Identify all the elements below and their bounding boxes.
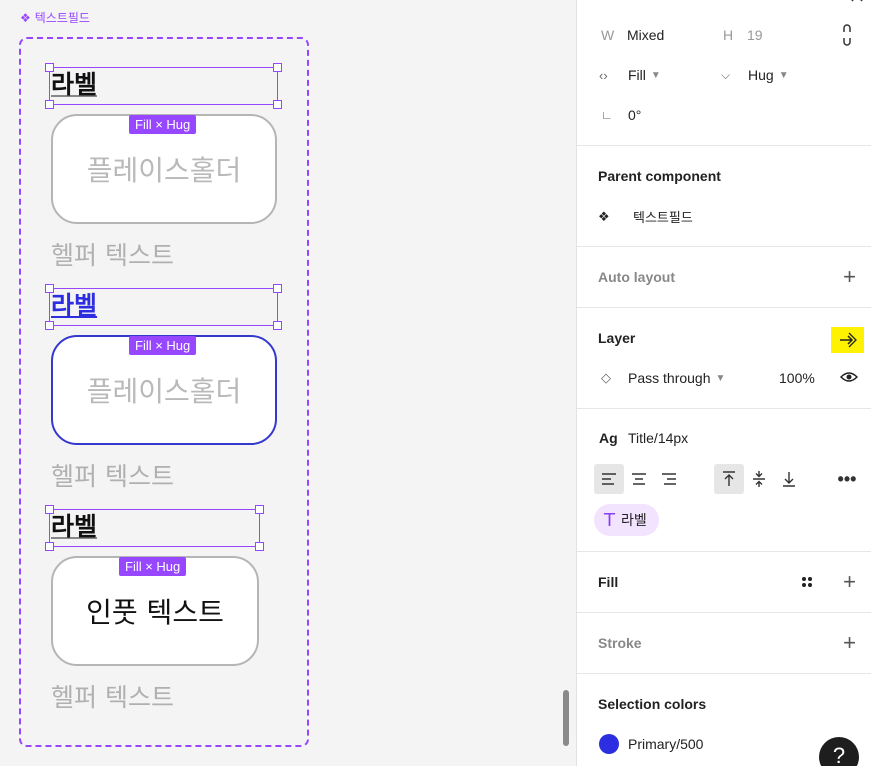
width-mode-dropdown[interactable]: ‹› Fill ▼ [599, 67, 661, 83]
size-badge: Fill × Hug [129, 336, 197, 355]
text-variable-label: 라벨 [621, 512, 647, 528]
resize-handle[interactable] [273, 284, 282, 293]
blend-mode-value: Pass through [628, 370, 711, 386]
dimensions-section: W Mixed H 19 ‹› Fill ▼ ⌵ Hug ▼ ∟ 0° [577, 0, 871, 146]
align-left-button[interactable] [594, 464, 624, 494]
selection-colors-title: Selection colors [598, 696, 707, 712]
width-label: W [601, 27, 615, 43]
parent-component-name: 텍스트필드 [633, 210, 693, 225]
auto-layout-title: Auto layout [598, 269, 675, 285]
apply-variable-icon[interactable] [831, 327, 864, 353]
helper-text[interactable]: 헬퍼 텍스트 [51, 678, 174, 714]
properties-panel: W Mixed H 19 ‹› Fill ▼ ⌵ Hug ▼ ∟ 0° Pare… [576, 0, 871, 766]
selection-color-item[interactable]: Primary/500 [628, 736, 703, 752]
parent-component-section: Parent component ❖ 텍스트필드 [577, 146, 871, 247]
fill-title: Fill [598, 574, 619, 590]
text-variable-chip[interactable]: T 라벨 [594, 504, 659, 536]
text-style-icon: Ag [599, 430, 618, 446]
align-center-button[interactable] [624, 464, 654, 494]
component-icon: ❖ [598, 208, 610, 224]
add-auto-layout-plus-icon[interactable]: + [843, 266, 856, 288]
align-middle-button[interactable] [744, 464, 774, 494]
resize-handle[interactable] [273, 63, 282, 72]
collapse-icon[interactable] [849, 0, 865, 4]
width-mode-value: Fill [628, 67, 646, 83]
design-canvas[interactable]: ❖ 텍스트필드 라벨 플레이스홀더 Fill × Hug 헬퍼 텍스트 라벨 플… [0, 0, 576, 766]
selection-color-name: Primary/500 [628, 736, 704, 752]
resize-handle[interactable] [255, 505, 264, 514]
resize-handle[interactable] [45, 542, 54, 551]
rotation-field[interactable]: ∟ 0° [601, 107, 641, 123]
field-label[interactable]: 라벨 [51, 514, 97, 539]
eye-icon[interactable] [839, 369, 859, 385]
style-grid-icon[interactable] [798, 573, 816, 591]
constrain-proportions-icon[interactable] [839, 24, 855, 46]
text-style-name: Title/14px [628, 430, 689, 446]
rotation-value[interactable]: 0° [628, 107, 641, 123]
stroke-section: Stroke + [577, 613, 871, 674]
width-field[interactable]: W Mixed [601, 27, 664, 43]
chevron-down-icon: ▼ [715, 372, 726, 384]
field-label[interactable]: 라벨 [51, 72, 97, 97]
opacity-field[interactable]: 100% [779, 370, 815, 386]
text-style-selector[interactable]: Ag Title/14px [599, 430, 688, 446]
align-bottom-button[interactable] [774, 464, 804, 494]
layer-section: Layer ◇ Pass through ▼ 100% [577, 308, 871, 409]
more-options-icon[interactable]: ••• [835, 469, 859, 489]
input-placeholder: 플레이스홀더 [86, 375, 242, 408]
helper-text[interactable]: 헬퍼 텍스트 [51, 457, 174, 493]
width-value[interactable]: Mixed [627, 27, 664, 43]
resize-handle[interactable] [255, 542, 264, 551]
fill-section: Fill + [577, 552, 871, 613]
horizontal-resize-icon: ‹› [599, 67, 608, 83]
chevron-down-icon: ▼ [650, 69, 661, 81]
add-fill-plus-icon[interactable]: + [843, 571, 856, 593]
align-top-button[interactable] [714, 464, 744, 494]
blend-mode-dropdown[interactable]: ◇ Pass through ▼ [601, 370, 725, 386]
drop-icon: ◇ [601, 370, 611, 385]
size-badge: Fill × Hug [119, 557, 187, 576]
helper-text[interactable]: 헬퍼 텍스트 [51, 236, 174, 272]
text-type-icon: T [604, 509, 615, 531]
chevron-down-icon: ▼ [778, 69, 789, 81]
component-frame-title[interactable]: ❖ 텍스트필드 [20, 9, 90, 26]
height-mode-value: Hug [748, 67, 774, 83]
component-icon: ❖ [20, 10, 31, 25]
resize-handle[interactable] [45, 100, 54, 109]
resize-handle[interactable] [273, 321, 282, 330]
vertical-resize-icon: ⌵ [721, 67, 731, 82]
height-field[interactable]: H 19 [723, 27, 763, 43]
height-label: H [723, 27, 734, 43]
layer-title: Layer [598, 330, 636, 346]
stroke-title: Stroke [598, 635, 642, 651]
height-value[interactable]: 19 [747, 27, 763, 43]
height-mode-dropdown[interactable]: ⌵ Hug ▼ [721, 67, 789, 83]
auto-layout-section: Auto layout + [577, 247, 871, 308]
canvas-scrollbar[interactable] [563, 690, 569, 746]
color-swatch[interactable] [599, 734, 619, 754]
size-badge: Fill × Hug [129, 115, 197, 134]
component-frame-name: 텍스트필드 [34, 11, 90, 25]
opacity-value[interactable]: 100% [779, 370, 815, 386]
parent-component-title: Parent component [598, 168, 721, 184]
parent-component-link[interactable]: ❖ 텍스트필드 [598, 207, 693, 226]
add-stroke-plus-icon[interactable]: + [843, 632, 856, 654]
input-value: 인풋 텍스트 [86, 596, 224, 629]
resize-handle[interactable] [45, 321, 54, 330]
align-right-button[interactable] [654, 464, 684, 494]
input-placeholder: 플레이스홀더 [86, 154, 242, 187]
rotation-icon: ∟ [601, 108, 613, 122]
resize-handle[interactable] [273, 100, 282, 109]
field-label[interactable]: 라벨 [51, 293, 97, 318]
